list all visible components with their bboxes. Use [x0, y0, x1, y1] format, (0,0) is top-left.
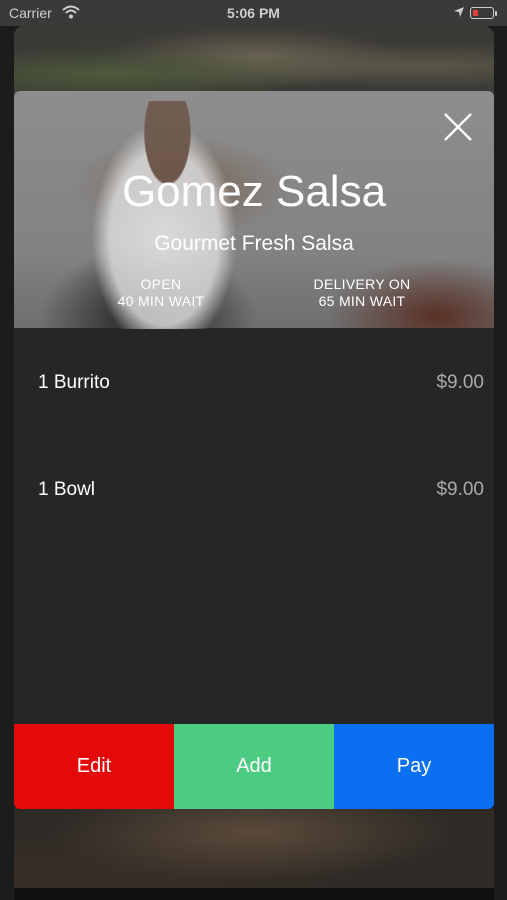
pickup-info: OPEN 40 MIN WAIT: [96, 276, 226, 310]
item-label: 1 Bowl: [38, 479, 96, 500]
delivery-info: DELIVERY ON 65 MIN WAIT: [297, 276, 427, 310]
action-bar: Edit Add Pay: [14, 724, 494, 809]
battery-icon: [470, 7, 497, 19]
restaurant-tagline: Gourmet Fresh Salsa: [154, 232, 354, 255]
delivery-status: DELIVERY ON: [313, 276, 411, 292]
open-status: OPEN: [140, 276, 182, 292]
item-price: $9.00: [436, 479, 484, 500]
pay-button[interactable]: Pay: [334, 724, 494, 809]
add-button[interactable]: Add: [174, 724, 334, 809]
status-bar: Carrier 5:06 PM: [0, 0, 507, 26]
order-line-item[interactable]: 1 Bowl $9.00: [38, 479, 484, 509]
pickup-wait: 40 MIN WAIT: [117, 293, 205, 309]
order-modal: Gomez Salsa Gourmet Fresh Salsa OPEN 40 …: [14, 91, 494, 809]
close-icon: [444, 113, 472, 141]
battery-level: [473, 10, 478, 16]
close-button[interactable]: [442, 111, 474, 143]
delivery-wait: 65 MIN WAIT: [318, 293, 406, 309]
item-price: $9.00: [436, 372, 484, 393]
order-line-item[interactable]: 1 Burrito $9.00: [38, 372, 484, 402]
item-label: 1 Burrito: [38, 372, 110, 393]
background-footer: [14, 888, 494, 900]
background-pizza-image: [14, 808, 494, 890]
edit-button[interactable]: Edit: [14, 724, 174, 809]
clock: 5:06 PM: [227, 5, 280, 21]
location-arrow-icon: [453, 5, 465, 21]
restaurant-name: Gomez Salsa: [121, 167, 387, 216]
